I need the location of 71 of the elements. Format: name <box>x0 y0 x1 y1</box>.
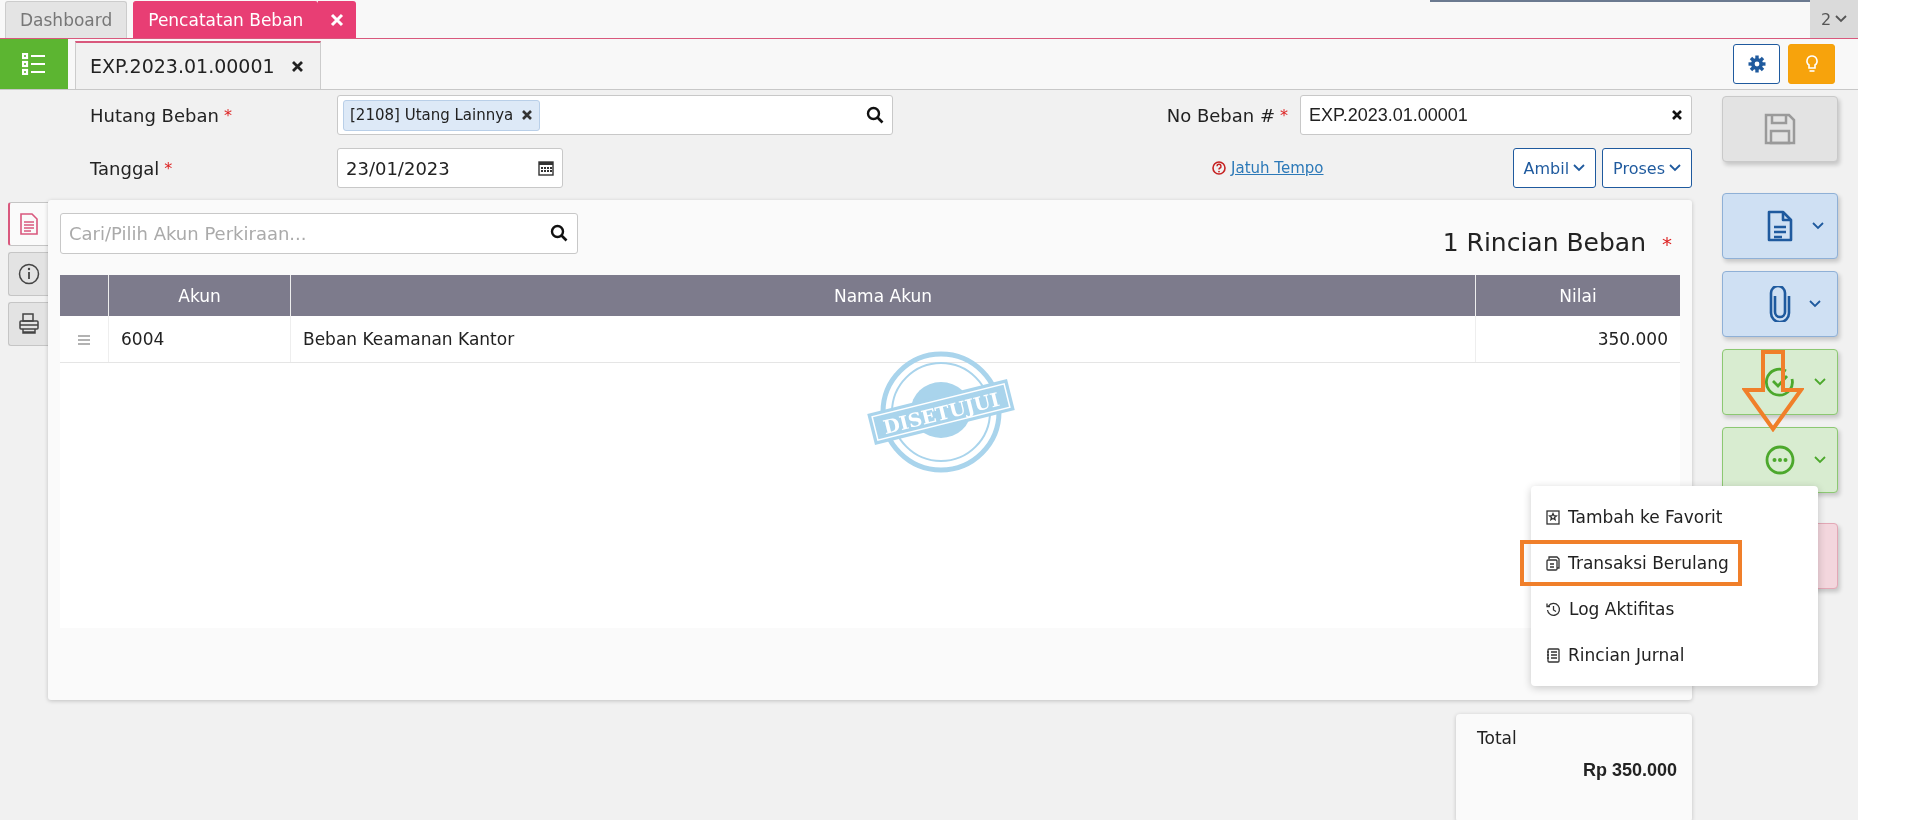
document-menu-button[interactable] <box>1722 193 1838 259</box>
total-label: Total <box>1477 728 1518 748</box>
menu-item[interactable]: Transaksi Berulang <box>1520 540 1742 586</box>
field-label: Tanggal <box>90 157 160 179</box>
date-field[interactable]: 23/01/2023 <box>337 148 563 188</box>
column-header: Nilai <box>1475 275 1680 316</box>
search-icon[interactable] <box>550 224 568 242</box>
calendar-icon[interactable] <box>538 160 554 176</box>
search-icon[interactable] <box>866 106 884 124</box>
chevron-down-icon <box>1814 456 1826 464</box>
document-icon <box>19 213 39 235</box>
attachment-menu-button[interactable] <box>1722 271 1838 337</box>
column-header: Nama Akun <box>290 275 1476 316</box>
chevron-down-icon <box>1814 378 1826 386</box>
required-mark: * <box>1662 232 1672 256</box>
more-icon <box>1764 444 1796 476</box>
number-field[interactable]: EXP.2023.01.00001 <box>1300 95 1692 135</box>
menu-item[interactable]: Rincian Jurnal <box>1531 632 1818 678</box>
chevron-down-icon <box>1669 164 1681 172</box>
due-date-link[interactable]: Jatuh Tempo <box>1231 159 1324 177</box>
document-icon <box>1766 209 1794 243</box>
app-tab[interactable]: Pencatatan Beban <box>133 1 319 38</box>
table-cell: 350.000 <box>1475 316 1680 363</box>
side-tab[interactable] <box>8 252 48 296</box>
printer-icon <box>17 313 40 335</box>
tab-close-button[interactable] <box>318 1 357 38</box>
check-circle-icon <box>1764 366 1796 398</box>
list-button[interactable] <box>0 39 68 89</box>
document-tab[interactable]: EXP.2023.01.00001 <box>75 41 321 89</box>
info-icon <box>17 263 40 285</box>
search-field[interactable]: Cari/Pilih Akun Perkiraan... <box>60 213 578 254</box>
chevron-down-icon <box>1573 164 1586 172</box>
list-icon <box>22 53 46 75</box>
field-label: Hutang Beban <box>90 104 219 126</box>
account-select-field[interactable]: [2108] Utang Lainnya <box>337 95 893 135</box>
clear-icon[interactable] <box>1671 109 1683 121</box>
chevron-down-icon <box>1812 222 1824 230</box>
table-header <box>60 275 109 316</box>
table-cell: Beban Keamanan Kantor <box>290 316 1476 363</box>
side-tab[interactable] <box>8 202 48 246</box>
journal-icon <box>1546 647 1560 663</box>
required-mark: * <box>223 105 232 125</box>
settings-button[interactable] <box>1733 44 1780 84</box>
lightbulb-icon <box>1803 54 1820 74</box>
table-cell: 6004 <box>108 316 291 363</box>
column-header: Akun <box>108 275 291 316</box>
paperclip-icon <box>1769 286 1791 322</box>
close-icon[interactable] <box>290 59 304 73</box>
menu-item[interactable]: Tambah ke Favorit <box>1531 494 1818 540</box>
history-icon <box>1546 601 1561 617</box>
required-mark: * <box>164 158 173 178</box>
dropdown-button[interactable]: Ambil <box>1512 148 1597 188</box>
close-icon <box>330 12 345 27</box>
field-label: No Beban # <box>1166 104 1275 126</box>
side-tab[interactable] <box>8 302 48 346</box>
chevron-down-icon <box>1809 300 1821 308</box>
required-mark: * <box>1280 105 1288 125</box>
selected-chip[interactable]: [2108] Utang Lainnya <box>343 99 541 131</box>
drag-handle-icon[interactable] <box>78 335 90 345</box>
section-title: 1 Rincian Beban <box>1442 228 1647 257</box>
dropdown-button[interactable]: Proses <box>1602 148 1692 188</box>
settings-icon <box>1747 55 1766 73</box>
more-menu-button[interactable] <box>1722 427 1838 493</box>
chevron-down-icon <box>1835 15 1848 23</box>
tab-count-dropdown[interactable]: 2 <box>1810 0 1858 38</box>
document-copy-icon <box>1546 555 1560 571</box>
remove-icon[interactable] <box>521 109 534 121</box>
menu-item[interactable]: Log Aktifitas <box>1531 586 1818 632</box>
app-tab[interactable]: Dashboard <box>5 1 128 38</box>
total-value: Rp 350.000 <box>1581 760 1677 781</box>
help-icon <box>1212 161 1227 175</box>
